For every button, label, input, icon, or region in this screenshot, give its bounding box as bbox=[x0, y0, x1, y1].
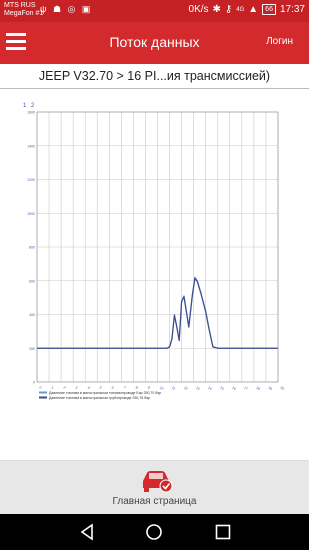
x-tick-label: 14 bbox=[207, 386, 213, 392]
y-tick-label: 200 bbox=[29, 347, 35, 351]
signal-icon: ▲ bbox=[248, 4, 259, 15]
bottom-bar: Главная страница bbox=[0, 460, 309, 515]
y-tick-label: 0 bbox=[33, 381, 35, 385]
y-tick-label: 1200 bbox=[27, 178, 35, 182]
y-tick-label: 600 bbox=[29, 279, 35, 283]
x-tick-label: 5 bbox=[99, 386, 103, 390]
breadcrumb: JEEP V32.70 > 16 PI...ия трансмиссией) bbox=[0, 64, 309, 89]
whatsapp-icon: ◎ bbox=[67, 4, 78, 14]
y-tick-label: 1400 bbox=[27, 144, 35, 148]
legend-swatch-2 bbox=[39, 396, 47, 399]
chart-svg: 1 2 02004006008001000120014001600 012345… bbox=[23, 103, 285, 400]
x-tick-label: 3 bbox=[75, 386, 79, 390]
x-tick-label: 19 bbox=[267, 386, 273, 392]
page-title: Поток данных bbox=[109, 34, 200, 50]
android-icon: ☗ bbox=[52, 4, 64, 14]
y-tick-label: 800 bbox=[29, 246, 35, 250]
recents-icon[interactable] bbox=[214, 523, 232, 541]
y-tick-label: 1600 bbox=[27, 111, 35, 115]
x-tick-label: 8 bbox=[135, 386, 139, 390]
status-right: 0K/s ✱ ⚷ 4G ▲ 66 17:37 bbox=[189, 4, 305, 15]
net-speed: 0K/s bbox=[188, 4, 209, 15]
carrier-2: MegaFon #1 bbox=[4, 10, 44, 17]
x-tick-label: 2 bbox=[63, 386, 67, 390]
x-tick-label: 6 bbox=[111, 386, 115, 390]
legend-label-1: Давление топлива в магистральном топливо… bbox=[49, 391, 161, 395]
x-tick-label: 18 bbox=[255, 386, 261, 392]
chart-legend: Давление топлива в магистральном топливо… bbox=[39, 391, 161, 400]
legend-label-2: Давление топлива в магистральном трубопр… bbox=[49, 396, 150, 400]
x-tick-label: 0 bbox=[38, 386, 42, 390]
status-bar: MTS RUS MegaFon #1 ψ ☗ ◎ ▣ 0K/s ✱ ⚷ 4G ▲… bbox=[0, 0, 309, 22]
x-tick-label: 1 bbox=[50, 386, 54, 390]
x-tick-label: 15 bbox=[219, 386, 225, 392]
car-check-icon bbox=[143, 471, 173, 493]
bluetooth-icon: ✱ bbox=[212, 4, 221, 15]
y-tick-label: 400 bbox=[29, 313, 35, 317]
x-tick-label: 7 bbox=[123, 386, 127, 390]
key-icon: ⚷ bbox=[224, 4, 233, 15]
chart-grid bbox=[36, 111, 279, 383]
app-notification-icon: ▣ bbox=[81, 4, 93, 14]
y-tick-label: 1000 bbox=[27, 212, 35, 216]
x-tick-label: 4 bbox=[87, 386, 91, 390]
home-circle-icon[interactable] bbox=[145, 523, 163, 541]
x-tick-label: 11 bbox=[171, 386, 176, 391]
x-tick-label: 16 bbox=[231, 386, 237, 392]
system-nav-bar bbox=[0, 514, 309, 550]
carrier-1: MTS RUS bbox=[4, 2, 36, 9]
x-tick-label: 13 bbox=[195, 386, 201, 392]
network-type: 4G bbox=[236, 6, 245, 13]
chart-btn-2[interactable]: 2 bbox=[31, 103, 35, 109]
home-button[interactable]: Главная страница bbox=[0, 461, 309, 515]
data-stream-chart: 1 2 0 200 400 600 800 1000 1200 1400 1600 012345… bbox=[16, 100, 286, 410]
notification-icons: ψ ☗ ◎ ▣ bbox=[40, 4, 92, 15]
usb-icon: ψ bbox=[40, 4, 49, 14]
clock: 17:37 bbox=[279, 4, 305, 15]
battery-icon: 66 bbox=[262, 4, 276, 15]
home-label: Главная страница bbox=[112, 496, 197, 507]
x-tick-label: 9 bbox=[147, 386, 151, 390]
chart-btn-1[interactable]: 1 bbox=[23, 103, 27, 109]
app-bar: Поток данных Логин bbox=[0, 22, 309, 64]
y-axis-ticks: 0 200 400 600 800 1000 1200 1400 1600 bbox=[27, 111, 35, 385]
carrier-info: MTS RUS MegaFon #1 bbox=[4, 2, 43, 18]
x-tick-label: 12 bbox=[183, 386, 189, 392]
legend-swatch-1 bbox=[39, 391, 47, 394]
x-tick-label: 20 bbox=[279, 386, 285, 392]
login-button[interactable]: Логин bbox=[266, 36, 293, 47]
x-tick-label: 17 bbox=[243, 386, 249, 392]
back-icon[interactable] bbox=[78, 523, 96, 541]
